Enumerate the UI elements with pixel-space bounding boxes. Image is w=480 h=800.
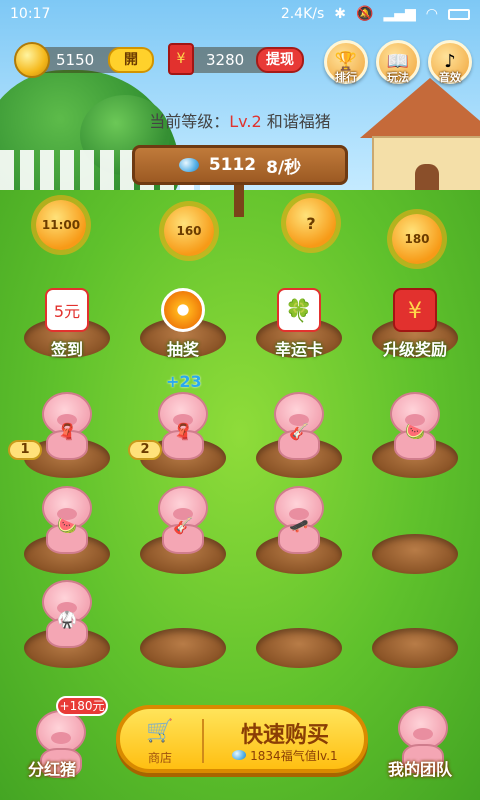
battery-icon — [448, 8, 470, 20]
pig-watermelon[interactable]: 🍉 — [380, 392, 450, 462]
lottery-button[interactable]: 抽奖 — [138, 288, 228, 360]
level-title: 和谐福猪 — [266, 112, 331, 131]
pig-level-badge: 2 — [128, 440, 162, 460]
red-envelope-value: 3280 — [206, 51, 245, 69]
status-icons: 2.4K/s ✱ 🔕 ▂▄▆ ◠ — [281, 6, 470, 22]
shop-label: 商店 — [147, 751, 172, 765]
pig-angry[interactable]: 🧣 — [32, 392, 102, 462]
rules-button[interactable]: 📖 玩法 — [376, 40, 420, 84]
wheel-icon — [161, 288, 205, 332]
quick-buy-title: 快速购买 — [240, 723, 329, 748]
status-bar: 10:17 2.4K/s ✱ 🔕 ▂▄▆ ◠ — [0, 0, 480, 30]
quick-buy-cost: 1834福气值lv.1 — [250, 749, 338, 763]
pig-watermelon[interactable]: 🍉 — [32, 486, 102, 556]
pig-karate[interactable]: 🥋 — [32, 580, 102, 650]
pig-skater[interactable]: 🛹 — [264, 486, 334, 556]
coin-gain-text: +23 — [166, 372, 202, 391]
pig-snout — [51, 732, 71, 744]
buy-divider — [202, 719, 204, 763]
lottery-label: 抽奖 — [166, 340, 199, 359]
rules-label: 玩法 — [387, 71, 409, 84]
clover-icon: 🍀 — [277, 288, 321, 332]
house-decoration — [360, 78, 480, 206]
pig-rocker[interactable]: 🎸 — [264, 392, 334, 462]
withdraw-button[interactable]: 提现 — [256, 47, 304, 73]
scarf-icon: 🧣 — [173, 422, 193, 441]
network-speed: 2.4K/s — [280, 6, 325, 22]
ranking-button[interactable]: 🏆 排行 — [324, 40, 368, 84]
cart-icon: 🛒 — [146, 719, 174, 744]
red-envelope-icon: ¥ — [168, 43, 194, 75]
calendar-icon: 5元 — [45, 288, 89, 332]
income-value: 5112 — [208, 155, 257, 175]
lucky-card-label: 幸运卡 — [274, 340, 323, 359]
guitar-icon: 🎸 — [173, 516, 193, 535]
skateboard-icon: 🛹 — [289, 516, 309, 535]
dividend-bubble: +180元 — [56, 696, 108, 716]
mute-icon: 🔕 — [356, 6, 374, 22]
red-envelope-up-icon: ¥ — [393, 288, 437, 332]
sun-mystery[interactable]: ? — [286, 198, 336, 248]
pig-slot-empty[interactable] — [372, 534, 458, 574]
pig-level-badge: 1 — [8, 440, 42, 460]
coin-icon — [14, 42, 50, 78]
quick-buy-button[interactable]: 🛒 商店 快速购买 1834福气值lv.1 — [116, 705, 368, 773]
ranking-label: 排行 — [335, 71, 357, 84]
sound-label: 音效 — [439, 71, 461, 84]
sign-in-button[interactable]: 5元 签到 — [22, 288, 112, 360]
pig-snout — [413, 728, 433, 740]
scarf-icon: 🧣 — [57, 422, 77, 441]
signal-icon: ▂▄▆ — [383, 6, 416, 22]
coin-value: 5150 — [56, 51, 95, 69]
bluetooth-icon: ✱ — [334, 6, 347, 22]
dividend-pig-label: 分红猪 — [28, 760, 77, 779]
guitar-icon: 🎸 — [289, 422, 309, 441]
pig-slot-empty[interactable] — [256, 628, 342, 668]
wifi-icon: ◠ — [425, 6, 438, 22]
level-prefix: 当前等级： — [149, 112, 230, 131]
sun-timer[interactable]: 11:00 — [36, 200, 86, 250]
lucky-card-button[interactable]: 🍀 幸运卡 — [254, 288, 344, 360]
watermelon-icon: 🍉 — [405, 422, 425, 441]
watermelon-icon: 🍉 — [57, 516, 77, 535]
sign-in-label: 签到 — [50, 340, 83, 359]
income-sign: 5112 8/秒 — [132, 145, 348, 185]
status-time: 10:17 — [10, 6, 51, 22]
pig-rocker[interactable]: 🎸 — [148, 486, 218, 556]
level-value: Lv.2 — [229, 112, 262, 131]
income-rate: 8/秒 — [266, 157, 302, 178]
open-button[interactable]: 開 — [108, 47, 154, 73]
sign-post — [234, 185, 244, 217]
sun-coin[interactable]: 160 — [164, 206, 214, 256]
diamond-icon — [232, 750, 247, 760]
headband-icon: 🥋 — [57, 610, 77, 629]
pig-slot-empty[interactable] — [372, 628, 458, 668]
upgrade-reward-label: 升级奖励 — [382, 340, 447, 359]
upgrade-reward-button[interactable]: ¥ 升级奖励 — [370, 288, 460, 360]
sun-coin[interactable]: 180 — [392, 214, 442, 264]
pig-slot-empty[interactable] — [140, 628, 226, 668]
my-team-label: 我的团队 — [388, 760, 453, 779]
sound-button[interactable]: ♪ 音效 — [428, 40, 472, 84]
diamond-icon — [178, 158, 199, 172]
quick-buy-subtitle: 1834福气值lv.1 — [210, 747, 360, 764]
level-text: 当前等级：Lv.2 和谐福猪 — [0, 108, 480, 132]
